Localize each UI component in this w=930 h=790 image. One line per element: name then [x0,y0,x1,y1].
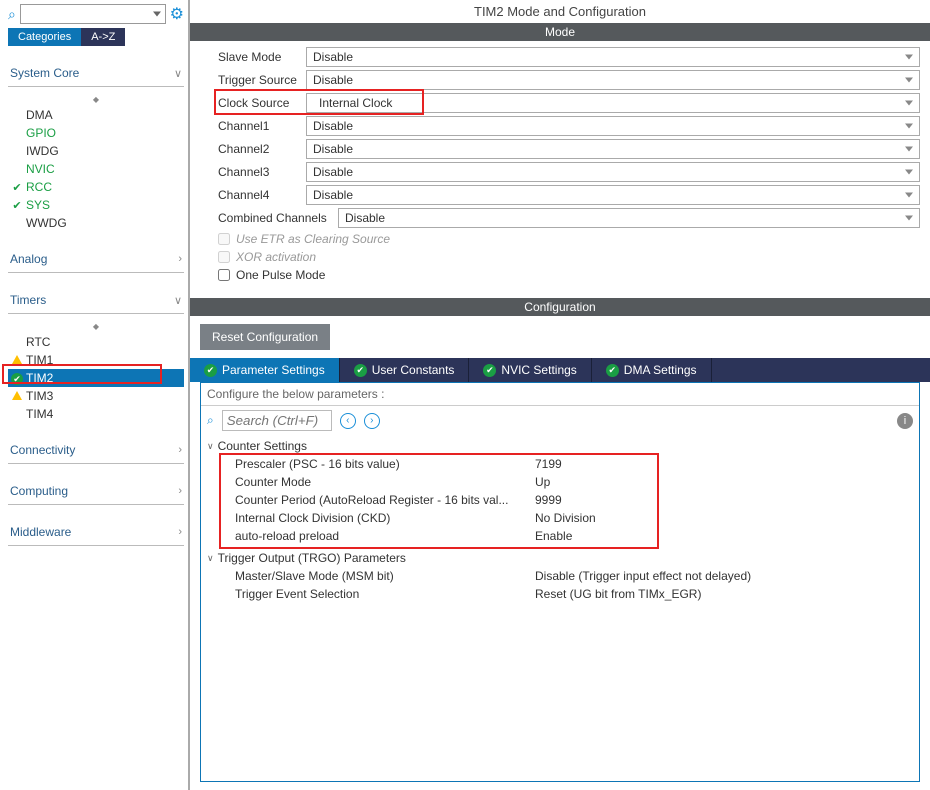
label-combined-channels: Combined Channels [218,211,338,225]
sidebar-item-iwdg[interactable]: IWDG [8,142,184,160]
label-slave-mode: Slave Mode [218,50,306,64]
sidebar-item-rtc[interactable]: RTC [8,333,184,351]
warning-icon [10,353,24,367]
config-hint: Configure the below parameters : [201,383,919,406]
param-counter-period-value[interactable]: 9999 [535,493,562,507]
warning-icon [10,389,24,403]
sidebar-item-sys[interactable]: ✔SYS [8,196,184,214]
chevron-down-icon: ∨ [174,67,182,80]
check-circle-icon: ✔ [606,364,619,377]
page-title: TIM2 Mode and Configuration [190,0,930,23]
chevron-right-icon: › [178,253,182,265]
tab-az[interactable]: A->Z [81,28,125,46]
label-one-pulse: One Pulse Mode [236,268,325,282]
info-icon[interactable]: i [897,413,913,429]
checkbox-one-pulse[interactable] [218,269,230,281]
check-circle-icon: ✔ [483,364,496,377]
chevron-right-icon: › [178,526,182,538]
group-counter-settings[interactable]: ∨Counter Settings [207,437,913,455]
param-counter-mode-label: Counter Mode [235,475,535,489]
param-ckd-label: Internal Clock Division (CKD) [235,511,535,525]
mode-panel: Slave ModeDisable Trigger SourceDisable … [190,41,930,298]
tab-nvic-settings[interactable]: ✔NVIC Settings [469,358,591,382]
label-channel4: Channel4 [218,188,306,202]
group-timers[interactable]: Timers∨ [8,287,184,314]
config-panel: Reset Configuration ✔Parameter Settings … [190,316,930,790]
select-channel2[interactable]: Disable [306,139,920,159]
sidebar: ⌕ ⚙ Categories A->Z System Core∨ ◆ DMA G… [0,0,190,790]
label-channel2: Channel2 [218,142,306,156]
param-msm-value[interactable]: Disable (Trigger input effect not delaye… [535,569,751,583]
reset-configuration-button[interactable]: Reset Configuration [200,324,330,350]
select-slave-mode[interactable]: Disable [306,47,920,67]
select-channel1[interactable]: Disable [306,116,920,136]
select-channel4[interactable]: Disable [306,185,920,205]
sort-toggle-icon[interactable]: ◆ [8,93,184,106]
sidebar-item-tim3[interactable]: TIM3 [8,387,184,405]
check-circle-icon: ✔ [204,364,217,377]
label-channel1: Channel1 [218,119,306,133]
main-panel: TIM2 Mode and Configuration Mode Slave M… [190,0,930,790]
param-autoreload-value[interactable]: Enable [535,529,572,543]
select-trigger-source[interactable]: Disable [306,70,920,90]
label-channel3: Channel3 [218,165,306,179]
sidebar-item-gpio[interactable]: GPIO [8,124,184,142]
sidebar-item-tim4[interactable]: TIM4 [8,405,184,423]
label-xor: XOR activation [236,250,316,264]
label-trigger-source: Trigger Source [218,73,306,87]
group-connectivity[interactable]: Connectivity› [8,437,184,464]
tab-parameter-settings[interactable]: ✔Parameter Settings [190,358,340,382]
group-computing[interactable]: Computing› [8,478,184,505]
search-icon: ⌕ [8,6,16,23]
label-clock-source: Clock Source [218,96,306,110]
sidebar-item-tim1[interactable]: TIM1 [8,351,184,369]
group-analog[interactable]: Analog› [8,246,184,273]
group-middleware[interactable]: Middleware› [8,519,184,546]
gear-icon[interactable]: ⚙ [170,4,184,24]
param-prescaler-label: Prescaler (PSC - 16 bits value) [235,457,535,471]
param-msm-label: Master/Slave Mode (MSM bit) [235,569,535,583]
chevron-down-icon: ∨ [174,294,182,307]
param-trgo-label: Trigger Event Selection [235,587,535,601]
search-icon: ⌕ [207,413,214,428]
sidebar-item-dma[interactable]: DMA [8,106,184,124]
tab-user-constants[interactable]: ✔User Constants [340,358,470,382]
sidebar-item-nvic[interactable]: NVIC [8,160,184,178]
param-autoreload-label: auto-reload preload [235,529,535,543]
sidebar-item-wwdg[interactable]: WWDG [8,214,184,232]
sidebar-item-rcc[interactable]: ✔RCC [8,178,184,196]
collapse-icon: ∨ [207,441,214,452]
check-icon: ✔ [10,199,24,212]
category-search[interactable] [20,4,166,24]
chevron-right-icon: › [178,444,182,456]
group-trgo-parameters[interactable]: ∨Trigger Output (TRGO) Parameters [207,549,913,567]
check-circle-icon: ✔ [354,364,367,377]
label-use-etr: Use ETR as Clearing Source [236,232,390,246]
sidebar-item-tim2[interactable]: ✔TIM2 [8,369,184,387]
checkbox-xor [218,251,230,263]
check-icon: ✔ [10,181,24,194]
tab-dma-settings[interactable]: ✔DMA Settings [592,358,712,382]
ok-circle-icon: ✔ [10,371,24,385]
param-ckd-value[interactable]: No Division [535,511,596,525]
select-clock-source[interactable]: Internal Clock [306,93,920,113]
group-system-core[interactable]: System Core∨ [8,60,184,87]
checkbox-use-etr [218,233,230,245]
param-search-input[interactable] [222,410,332,431]
sort-toggle-icon[interactable]: ◆ [8,320,184,333]
param-trgo-value[interactable]: Reset (UG bit from TIMx_EGR) [535,587,701,601]
chevron-right-icon: › [178,485,182,497]
select-combined-channels[interactable]: Disable [338,208,920,228]
collapse-icon: ∨ [207,553,214,564]
param-prescaler-value[interactable]: 7199 [535,457,562,471]
param-counter-period-label: Counter Period (AutoReload Register - 16… [235,493,535,507]
next-match-button[interactable]: › [364,413,380,429]
mode-header: Mode [190,23,930,41]
tab-categories[interactable]: Categories [8,28,81,46]
select-channel3[interactable]: Disable [306,162,920,182]
prev-match-button[interactable]: ‹ [340,413,356,429]
config-header: Configuration [190,298,930,316]
param-counter-mode-value[interactable]: Up [535,475,550,489]
